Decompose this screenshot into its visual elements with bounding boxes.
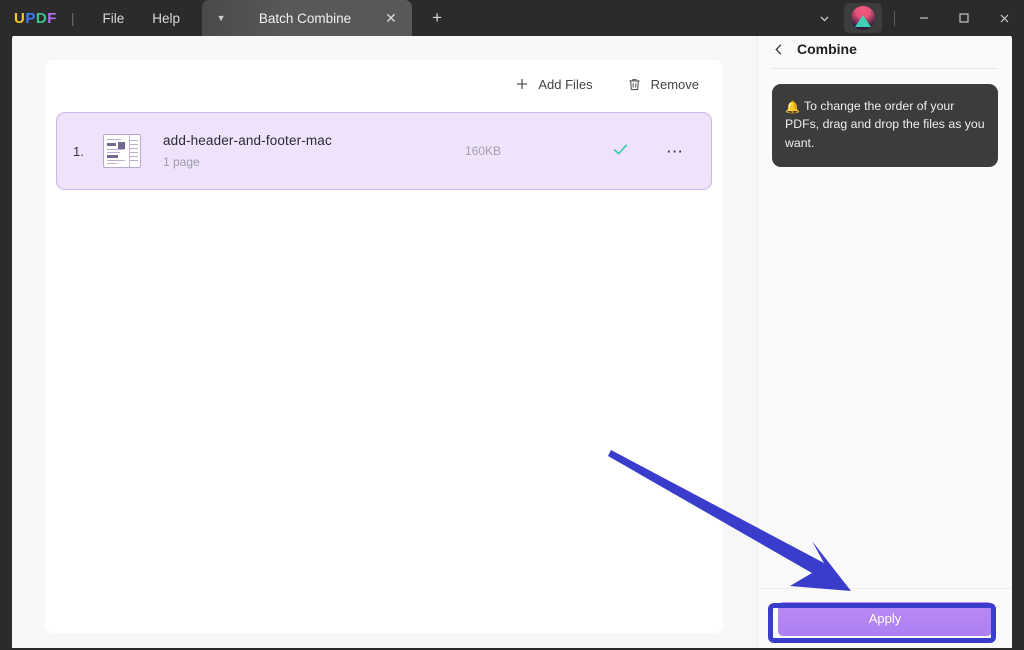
chevron-down-icon[interactable]: [807, 0, 841, 36]
file-index: 1.: [73, 144, 103, 159]
logo-letter-u: U: [14, 10, 25, 27]
menu-help[interactable]: Help: [138, 7, 194, 30]
add-files-label: Add Files: [538, 77, 592, 92]
tab-batch-combine[interactable]: ▼ Batch Combine ✕: [202, 0, 412, 36]
logo-separator: |: [71, 10, 75, 26]
table-row[interactable]: 1.: [56, 112, 712, 190]
more-options-icon[interactable]: ⋯: [655, 143, 695, 160]
trash-icon: [627, 76, 643, 92]
apply-button[interactable]: Apply: [778, 602, 992, 636]
remove-button[interactable]: Remove: [621, 72, 705, 96]
sidebar-divider: [772, 68, 998, 69]
main-panel: Add Files Remove: [12, 30, 757, 648]
apply-bar: Apply: [758, 588, 1012, 648]
close-icon[interactable]: ✕: [380, 10, 402, 27]
maximize-icon[interactable]: [944, 0, 984, 36]
tab-title: Batch Combine: [230, 11, 380, 26]
plus-icon: [514, 76, 530, 92]
add-files-button[interactable]: Add Files: [508, 72, 598, 96]
file-page-count: 1 page: [163, 155, 465, 169]
combine-sidebar: Combine 🔔To change the order of your PDF…: [757, 30, 1012, 648]
file-list-toolbar: Add Files Remove: [45, 60, 723, 108]
avatar[interactable]: [844, 3, 882, 33]
file-name: add-header-and-footer-mac: [163, 133, 465, 148]
logo-letter-p: P: [25, 10, 36, 27]
bell-icon: 🔔: [785, 98, 800, 116]
tip-card: 🔔To change the order of your PDFs, drag …: [772, 84, 998, 167]
title-bar: U P D F | File Help ▼ Batch Combine ✕ +: [0, 0, 1024, 36]
updf-logo: U P D F: [14, 10, 57, 27]
tip-text: To change the order of your PDFs, drag a…: [785, 99, 985, 150]
file-list-card: Add Files Remove: [45, 60, 723, 633]
app-content-frame: Add Files Remove: [12, 30, 1012, 648]
minimize-icon[interactable]: [904, 0, 944, 36]
remove-label: Remove: [651, 77, 699, 92]
chevron-down-icon[interactable]: ▼: [212, 13, 230, 23]
check-icon: [585, 140, 655, 162]
chevron-left-icon[interactable]: [772, 43, 785, 56]
close-icon[interactable]: [984, 0, 1024, 36]
file-info: add-header-and-footer-mac 1 page: [163, 133, 465, 169]
logo-letter-f: F: [47, 10, 57, 27]
logo-letter-d: D: [36, 10, 47, 27]
menu-file[interactable]: File: [89, 7, 139, 30]
page-title: Combine: [797, 41, 857, 57]
toolbar-divider: [894, 11, 895, 26]
file-thumbnail: [103, 134, 141, 168]
window-controls: [807, 0, 1024, 36]
user-avatar-image: [851, 6, 875, 30]
plus-icon[interactable]: +: [426, 8, 448, 28]
updf-window: U P D F | File Help ▼ Batch Combine ✕ +: [0, 0, 1024, 650]
file-size: 160KB: [465, 144, 585, 158]
